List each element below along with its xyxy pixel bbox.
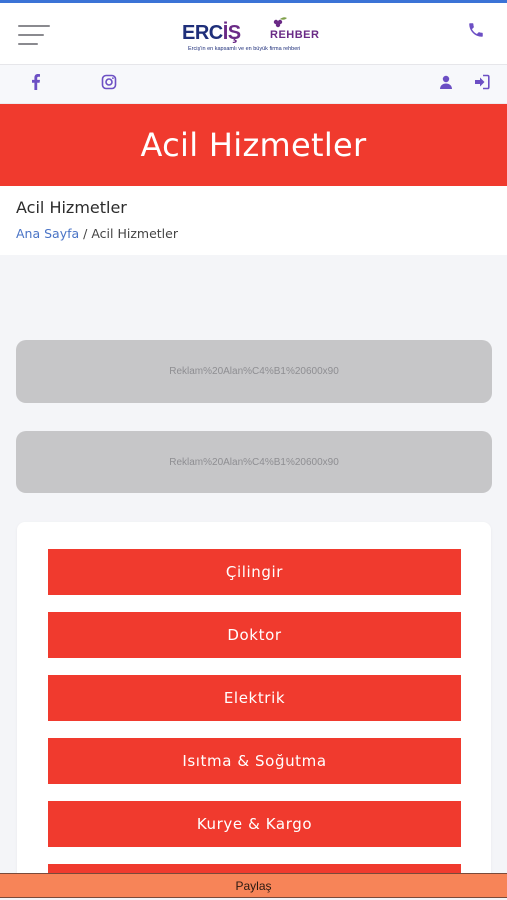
breadcrumb-section: Acil Hizmetler Ana Sayfa / Acil Hizmetle… <box>0 186 507 255</box>
phone-icon[interactable] <box>467 21 485 39</box>
service-button-elektrik[interactable]: Elektrik <box>48 675 461 721</box>
logo-rehber-text: REHBER <box>270 29 320 41</box>
service-button-kurye-kargo[interactable]: Kurye & Kargo <box>48 801 461 847</box>
page-hero: Acil Hizmetler <box>0 104 507 186</box>
breadcrumb-title: Acil Hizmetler <box>16 198 127 217</box>
service-button-isitma-sogutma[interactable]: Isıtma & Soğutma <box>48 738 461 784</box>
ad-banner[interactable]: Reklam%20Alan%C4%B1%20600x90 <box>16 431 492 493</box>
breadcrumb: Ana Sayfa / Acil Hizmetler <box>16 226 491 241</box>
site-logo[interactable]: ERCİŞ REHBER Erciş'in en kapsamlı ve en … <box>182 17 332 56</box>
services-card: Çilingir Doktor Elektrik Isıtma & Soğutm… <box>17 522 491 882</box>
grape-icon <box>273 17 287 28</box>
page-title: Acil Hizmetler <box>140 126 367 164</box>
facebook-icon[interactable] <box>28 74 44 90</box>
logo-tagline: Erciş'in en kapsamlı ve en büyük firma r… <box>188 46 301 52</box>
breadcrumb-home-link[interactable]: Ana Sayfa <box>16 226 79 241</box>
ad-section: Reklam%20Alan%C4%B1%20600x90 Reklam%20Al… <box>0 255 507 493</box>
sign-in-icon[interactable] <box>474 74 490 90</box>
breadcrumb-separator: / <box>79 226 92 241</box>
service-button-doktor[interactable]: Doktor <box>48 612 461 658</box>
breadcrumb-current: Acil Hizmetler <box>91 226 178 241</box>
social-bar <box>0 65 507 104</box>
user-icon[interactable] <box>438 74 454 90</box>
share-button[interactable]: Paylaş <box>0 873 507 898</box>
menu-icon[interactable] <box>18 25 50 45</box>
site-header: ERCİŞ REHBER Erciş'in en kapsamlı ve en … <box>0 3 507 65</box>
ad-banner[interactable]: Reklam%20Alan%C4%B1%20600x90 <box>16 340 492 403</box>
instagram-icon[interactable] <box>101 74 117 90</box>
logo-wordmark: ERCİŞ <box>182 22 241 44</box>
service-button-cilingir[interactable]: Çilingir <box>48 549 461 595</box>
